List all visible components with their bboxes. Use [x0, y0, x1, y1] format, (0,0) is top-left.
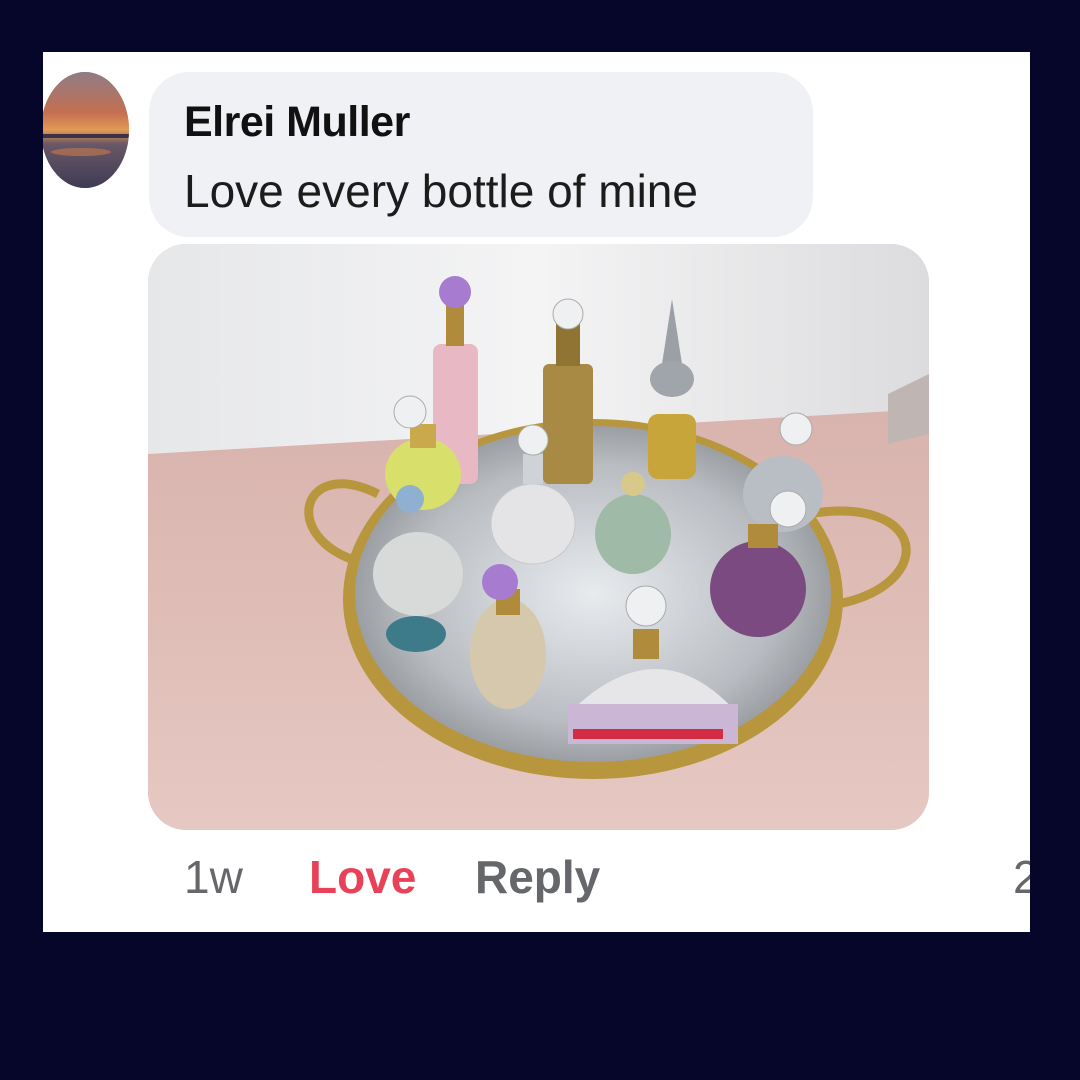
avatar[interactable] [43, 72, 129, 188]
comment-photo[interactable] [148, 244, 929, 830]
comment-timestamp[interactable]: 1w [184, 850, 243, 904]
comment-text: Love every bottle of mine [184, 165, 698, 217]
comment-bubble: Elrei Muller Love every bottle of mine [149, 72, 813, 237]
perfume-tray-image [148, 244, 929, 830]
love-button[interactable]: Love [309, 850, 416, 904]
reply-button[interactable]: Reply [475, 850, 600, 904]
comment-card: Elrei Muller Love every bottle of mine 1… [43, 52, 1030, 932]
reaction-count[interactable]: 2 [1013, 850, 1030, 904]
comment-author[interactable]: Elrei Muller [184, 98, 410, 147]
avatar-sunset-image [43, 72, 129, 188]
comment-actions: 1w Love Reply 2 [43, 850, 1030, 910]
